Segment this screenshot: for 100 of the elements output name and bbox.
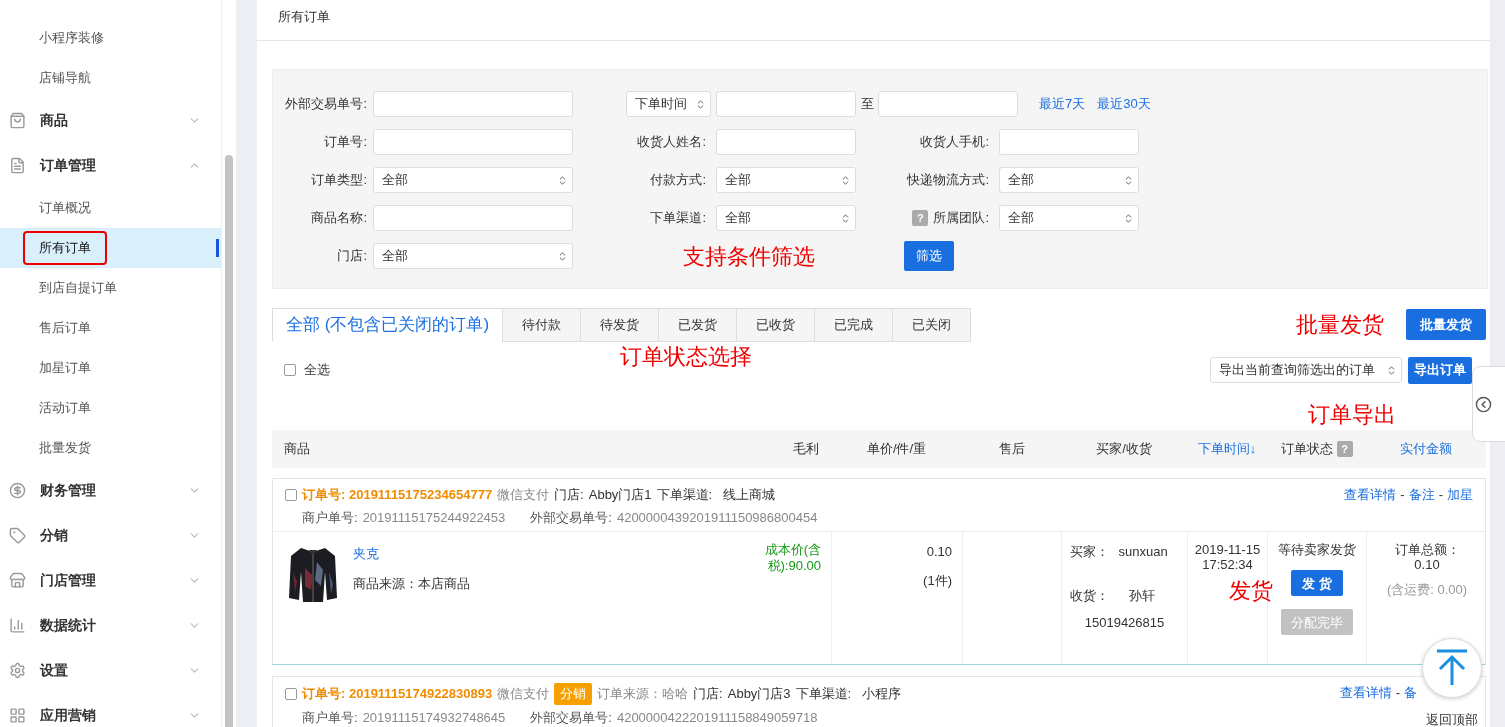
status-tab[interactable]: 已完成 [814,308,894,342]
input-field[interactable] [373,129,573,155]
input-field[interactable] [878,91,1018,117]
quick-date-link[interactable]: 最近7天 [1039,94,1086,114]
unit-price: 0.10 [926,543,952,561]
shipping-fee: (含运费: 0.00) [1386,582,1468,597]
column-header: 商品 [284,440,310,459]
channel-name: 小程序 [862,685,902,703]
status-tab[interactable]: 全部 (不包含已关闭的订单) [272,308,504,342]
sidebar-item[interactable]: 所有订单 [0,228,221,268]
filter-button[interactable]: 筛选 [904,241,954,271]
dropdown[interactable]: 全部 [716,167,856,193]
order-action-link[interactable]: 查看详情 [1344,485,1397,505]
column-header[interactable]: 下单时间↓ [1197,439,1257,459]
group-icon [9,157,26,174]
sidebar-item[interactable]: 到店自提订单 [0,268,221,308]
select-all-label: 全选 [304,361,330,380]
store-name: Abby门店1 [588,486,652,504]
ship-button[interactable]: 发 货 [1291,570,1343,596]
dropdown[interactable]: 全部 [716,205,856,231]
dropdown[interactable]: 全部 [999,205,1139,231]
total-amount: 0.10 [1414,557,1440,572]
sidebar-group[interactable]: 分销 [0,513,221,558]
updown-icon [1386,364,1397,376]
order-action-link[interactable]: 备注 [1408,485,1435,505]
back-to-top-label[interactable]: 返回顶部 [1426,710,1478,727]
store-name: Abby门店3 [727,685,791,703]
dropdown[interactable]: 全部 [373,167,573,193]
sidebar-item[interactable]: 订单概况 [0,188,221,228]
updown-icon [557,174,568,186]
select-all-checkbox[interactable] [284,364,296,376]
annotation: 订单导出 [1308,401,1396,429]
dropdown[interactable]: 全部 [999,167,1139,193]
external-label: 外部交易单号: [530,508,612,527]
date-type-dropdown[interactable]: 下单时间 [626,91,711,117]
field-label: 收货人手机: [920,133,989,152]
status-tab[interactable]: 已收货 [736,308,816,342]
column-header: 单价/件/重 [866,440,927,459]
column-header[interactable]: 实付金额 [1400,439,1452,459]
product-name[interactable]: 夹克 [353,544,727,564]
sidebar-item[interactable]: 小程序装修 [0,18,221,58]
input-field[interactable] [716,91,856,117]
updown-icon [695,98,706,110]
merchant-label: 商户单号: [302,508,358,527]
column-header: 毛利 [792,440,819,459]
field-label: 收货人姓名: [637,133,706,152]
merchant-label: 商户单号: [302,708,358,727]
channel-label: 下单渠道: [795,685,852,703]
sidebar-group[interactable]: 门店管理 [0,558,221,603]
product-source: 商品来源：本店商品 [353,574,471,593]
field-label: 商品名称: [310,209,368,228]
quick-date-link[interactable]: 最近30天 [1097,94,1151,114]
status-tab[interactable]: 已关闭 [892,308,972,342]
updown-icon [840,174,851,186]
arrow-up-icon [1435,649,1469,687]
field-label: 门店: [336,247,368,266]
sidebar-group[interactable]: 订单管理 [0,143,221,188]
input-field[interactable] [373,205,573,231]
group-icon [9,482,26,499]
payment-method: 微信支付 [497,486,550,504]
order-action-link[interactable]: 备 [1404,683,1417,703]
status-tab[interactable]: 待发货 [580,308,660,342]
sidebar-group[interactable]: 财务管理 [0,468,221,513]
checkbox[interactable] [285,687,297,700]
sidebar-group[interactable]: 设置 [0,648,221,693]
sidebar-group[interactable]: 应用营销 [0,693,221,727]
order-action-link[interactable]: 加星 [1447,485,1473,505]
sidebar-item[interactable]: 活动订单 [0,388,221,428]
collapse-tab[interactable] [1472,366,1505,442]
sidebar-group[interactable]: 商品 [0,98,221,143]
field-label: 订单号: [323,133,368,152]
annotation: 批量发货 [1296,311,1384,339]
total-label: 订单总额： [1394,542,1460,557]
status-tab[interactable]: 已发货 [658,308,738,342]
sidebar-item[interactable]: 加星订单 [0,348,221,388]
sidebar-item[interactable]: 批量发货 [0,428,221,468]
sidebar-group[interactable]: 数据统计 [0,603,221,648]
group-icon [9,707,26,724]
input-field[interactable] [716,129,856,155]
field-label: 订单类型: [310,171,368,190]
updown-icon [557,250,568,262]
export-button[interactable]: 导出订单 [1408,356,1472,384]
status-tab[interactable]: 待付款 [502,308,582,342]
external-label: 外部交易单号: [530,708,612,727]
separator: - [1438,486,1443,504]
sidebar-item[interactable]: 店铺导航 [0,58,221,98]
order-action-link[interactable]: 查看详情 [1339,683,1392,703]
dropdown[interactable]: 全部 [373,243,573,269]
cost-price: 成本价(含税):90.00 [763,542,821,575]
input-field[interactable] [373,91,573,117]
export-dropdown[interactable]: 导出当前查询筛选出的订单 [1210,357,1402,383]
batch-ship-button[interactable]: 批量发货 [1406,309,1486,340]
sidebar-item[interactable]: 售后订单 [0,308,221,348]
buyer-label: 买家： [1069,543,1109,561]
order-source: 订单来源：哈哈 [597,685,689,703]
group-icon [9,662,26,679]
column-header: 售后 [998,440,1025,459]
input-field[interactable] [999,129,1139,155]
checkbox[interactable] [285,488,297,501]
store-label: 门店: [693,685,723,703]
